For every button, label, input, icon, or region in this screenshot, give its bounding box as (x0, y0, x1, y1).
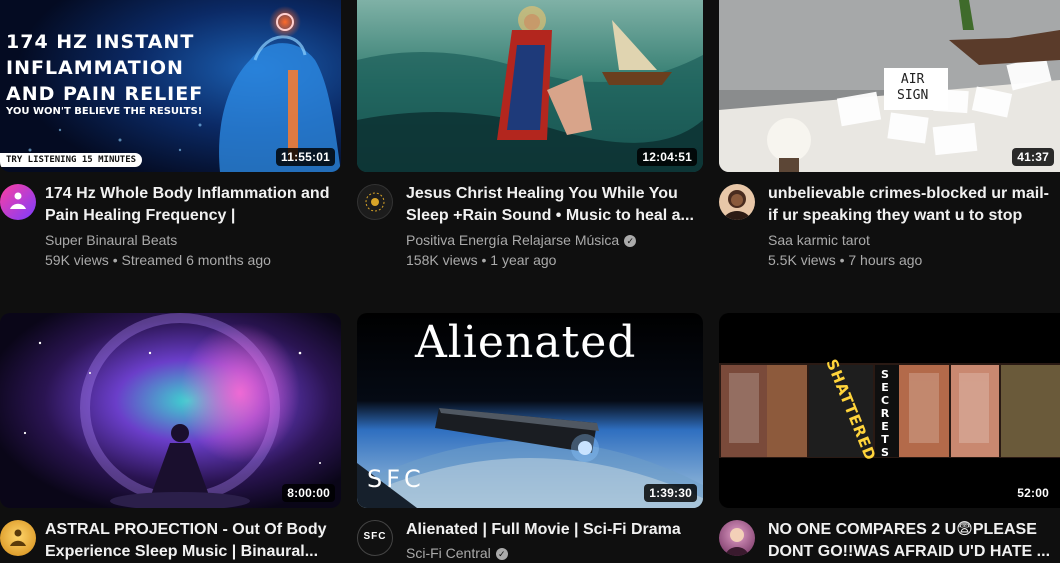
channel-avatar[interactable] (719, 184, 755, 220)
meditation-icon (10, 192, 26, 209)
video-title[interactable]: unbelievable crimes-blocked ur mail- if … (768, 183, 1058, 227)
channel-avatar[interactable] (719, 520, 755, 556)
thumbnail-subline: YOU WON'T BELIEVE THE RESULTS! (6, 106, 203, 117)
video-title[interactable]: NO ONE COMPARES 2 U😨PLEASE DONT GO!!WAS … (768, 519, 1058, 563)
video-title[interactable]: Jesus Christ Healing You While You Sleep… (406, 183, 698, 227)
video-title-line: unbelievable crimes-blocked ur mail- (768, 185, 1049, 202)
channel-avatar[interactable]: SFC (357, 520, 393, 556)
video-title-line: ASTRAL PROJECTION - Out Of Body (45, 521, 327, 538)
channel-name-text: Super Binaural Beats (45, 232, 178, 248)
thumbnail-card-line: SIGN (897, 88, 929, 103)
channel-name[interactable]: Positiva Energía Relajarse Música ✓ (406, 232, 637, 248)
channel-name[interactable]: Super Binaural Beats (45, 232, 177, 248)
video-title-line: Sleep +Rain Sound • Music to heal a... (406, 207, 694, 224)
video-meta: 158K views • 1 year ago (406, 252, 557, 268)
thumbnail-headline-3: AND PAIN RELIEF (6, 83, 204, 105)
channel-avatar[interactable] (0, 520, 36, 556)
verified-check-icon: ✓ (624, 235, 637, 247)
video-title-line: if ur speaking they want u to stop (768, 207, 1023, 224)
video-duration: 52:00 (1012, 484, 1054, 502)
video-title[interactable]: Alienated | Full Movie | Sci-Fi Drama (406, 519, 698, 541)
video-duration: 1:39:30 (644, 484, 697, 502)
thumbnail-art-4 (0, 313, 341, 508)
thumbnail-movie-title: Alienated (415, 317, 637, 368)
video-title-line: Jesus Christ Healing You While You (406, 185, 678, 202)
video-thumbnail-4[interactable]: 8:00:00 (0, 313, 341, 508)
avatar-logo-text: SFC (363, 531, 387, 542)
thumbnail-card-line: AIR (900, 72, 925, 87)
video-duration: 41:37 (1012, 148, 1054, 166)
video-duration: 12:04:51 (637, 148, 697, 166)
video-meta: 5.5K views • 7 hours ago (768, 252, 923, 268)
thumbnail-headline-1: 174 HZ INSTANT (6, 31, 195, 53)
video-title-line: Alienated | Full Movie | Sci-Fi Drama (406, 521, 681, 538)
video-duration: 11:55:01 (276, 148, 335, 166)
video-title-line: Pain Healing Frequency | (45, 207, 236, 224)
video-title-line: NO ONE COMPARES 2 U😨PLEASE (768, 521, 1037, 538)
channel-name[interactable]: Sci-Fi Central ✓ (406, 545, 508, 561)
thumbnail-card-text: AIR SIGN (897, 72, 928, 104)
video-thumbnail-6[interactable]: SHATTERED SECRETS 52:00 (719, 313, 1060, 508)
video-title[interactable]: ASTRAL PROJECTION - Out Of Body Experien… (45, 519, 335, 563)
thumbnail-badge: TRY LISTENING 15 MINUTES (0, 153, 143, 167)
video-thumbnail-5[interactable]: Alienated SFC 1:39:30 (357, 313, 703, 508)
video-thumbnail-1[interactable]: 174 HZ INSTANT INFLAMMATION AND PAIN REL… (0, 0, 341, 172)
thumbnail-secrets-text: SECRETS (880, 368, 890, 459)
video-thumbnail-3[interactable]: AIR SIGN 41:37 (719, 0, 1060, 172)
video-meta: 59K views • Streamed 6 months ago (45, 252, 271, 268)
thumbnail-headline-2: INFLAMMATION (6, 57, 184, 79)
verified-check-icon: ✓ (495, 548, 508, 560)
channel-name[interactable]: Saa karmic tarot (768, 232, 870, 248)
meditation-icon (10, 529, 26, 546)
video-duration: 8:00:00 (282, 484, 335, 502)
channel-name-text: Positiva Energía Relajarse Música (406, 232, 620, 248)
video-title[interactable]: 174 Hz Whole Body Inflammation and Pain … (45, 183, 335, 227)
thumbnail-art-2 (357, 0, 703, 172)
thumbnail-logo: SFC (367, 465, 425, 493)
channel-avatar[interactable] (357, 184, 393, 220)
channel-name-text: Saa karmic tarot (768, 232, 870, 248)
video-thumbnail-2[interactable]: 12:04:51 (357, 0, 703, 172)
person-avatar-icon (723, 190, 751, 220)
channel-avatar[interactable] (0, 184, 36, 220)
video-title-line: 174 Hz Whole Body Inflammation and (45, 185, 330, 202)
sun-icon (365, 192, 385, 212)
person-avatar-icon (725, 528, 749, 556)
channel-name-text: Sci-Fi Central (406, 545, 491, 561)
thumbnail-art-3 (719, 0, 1060, 172)
